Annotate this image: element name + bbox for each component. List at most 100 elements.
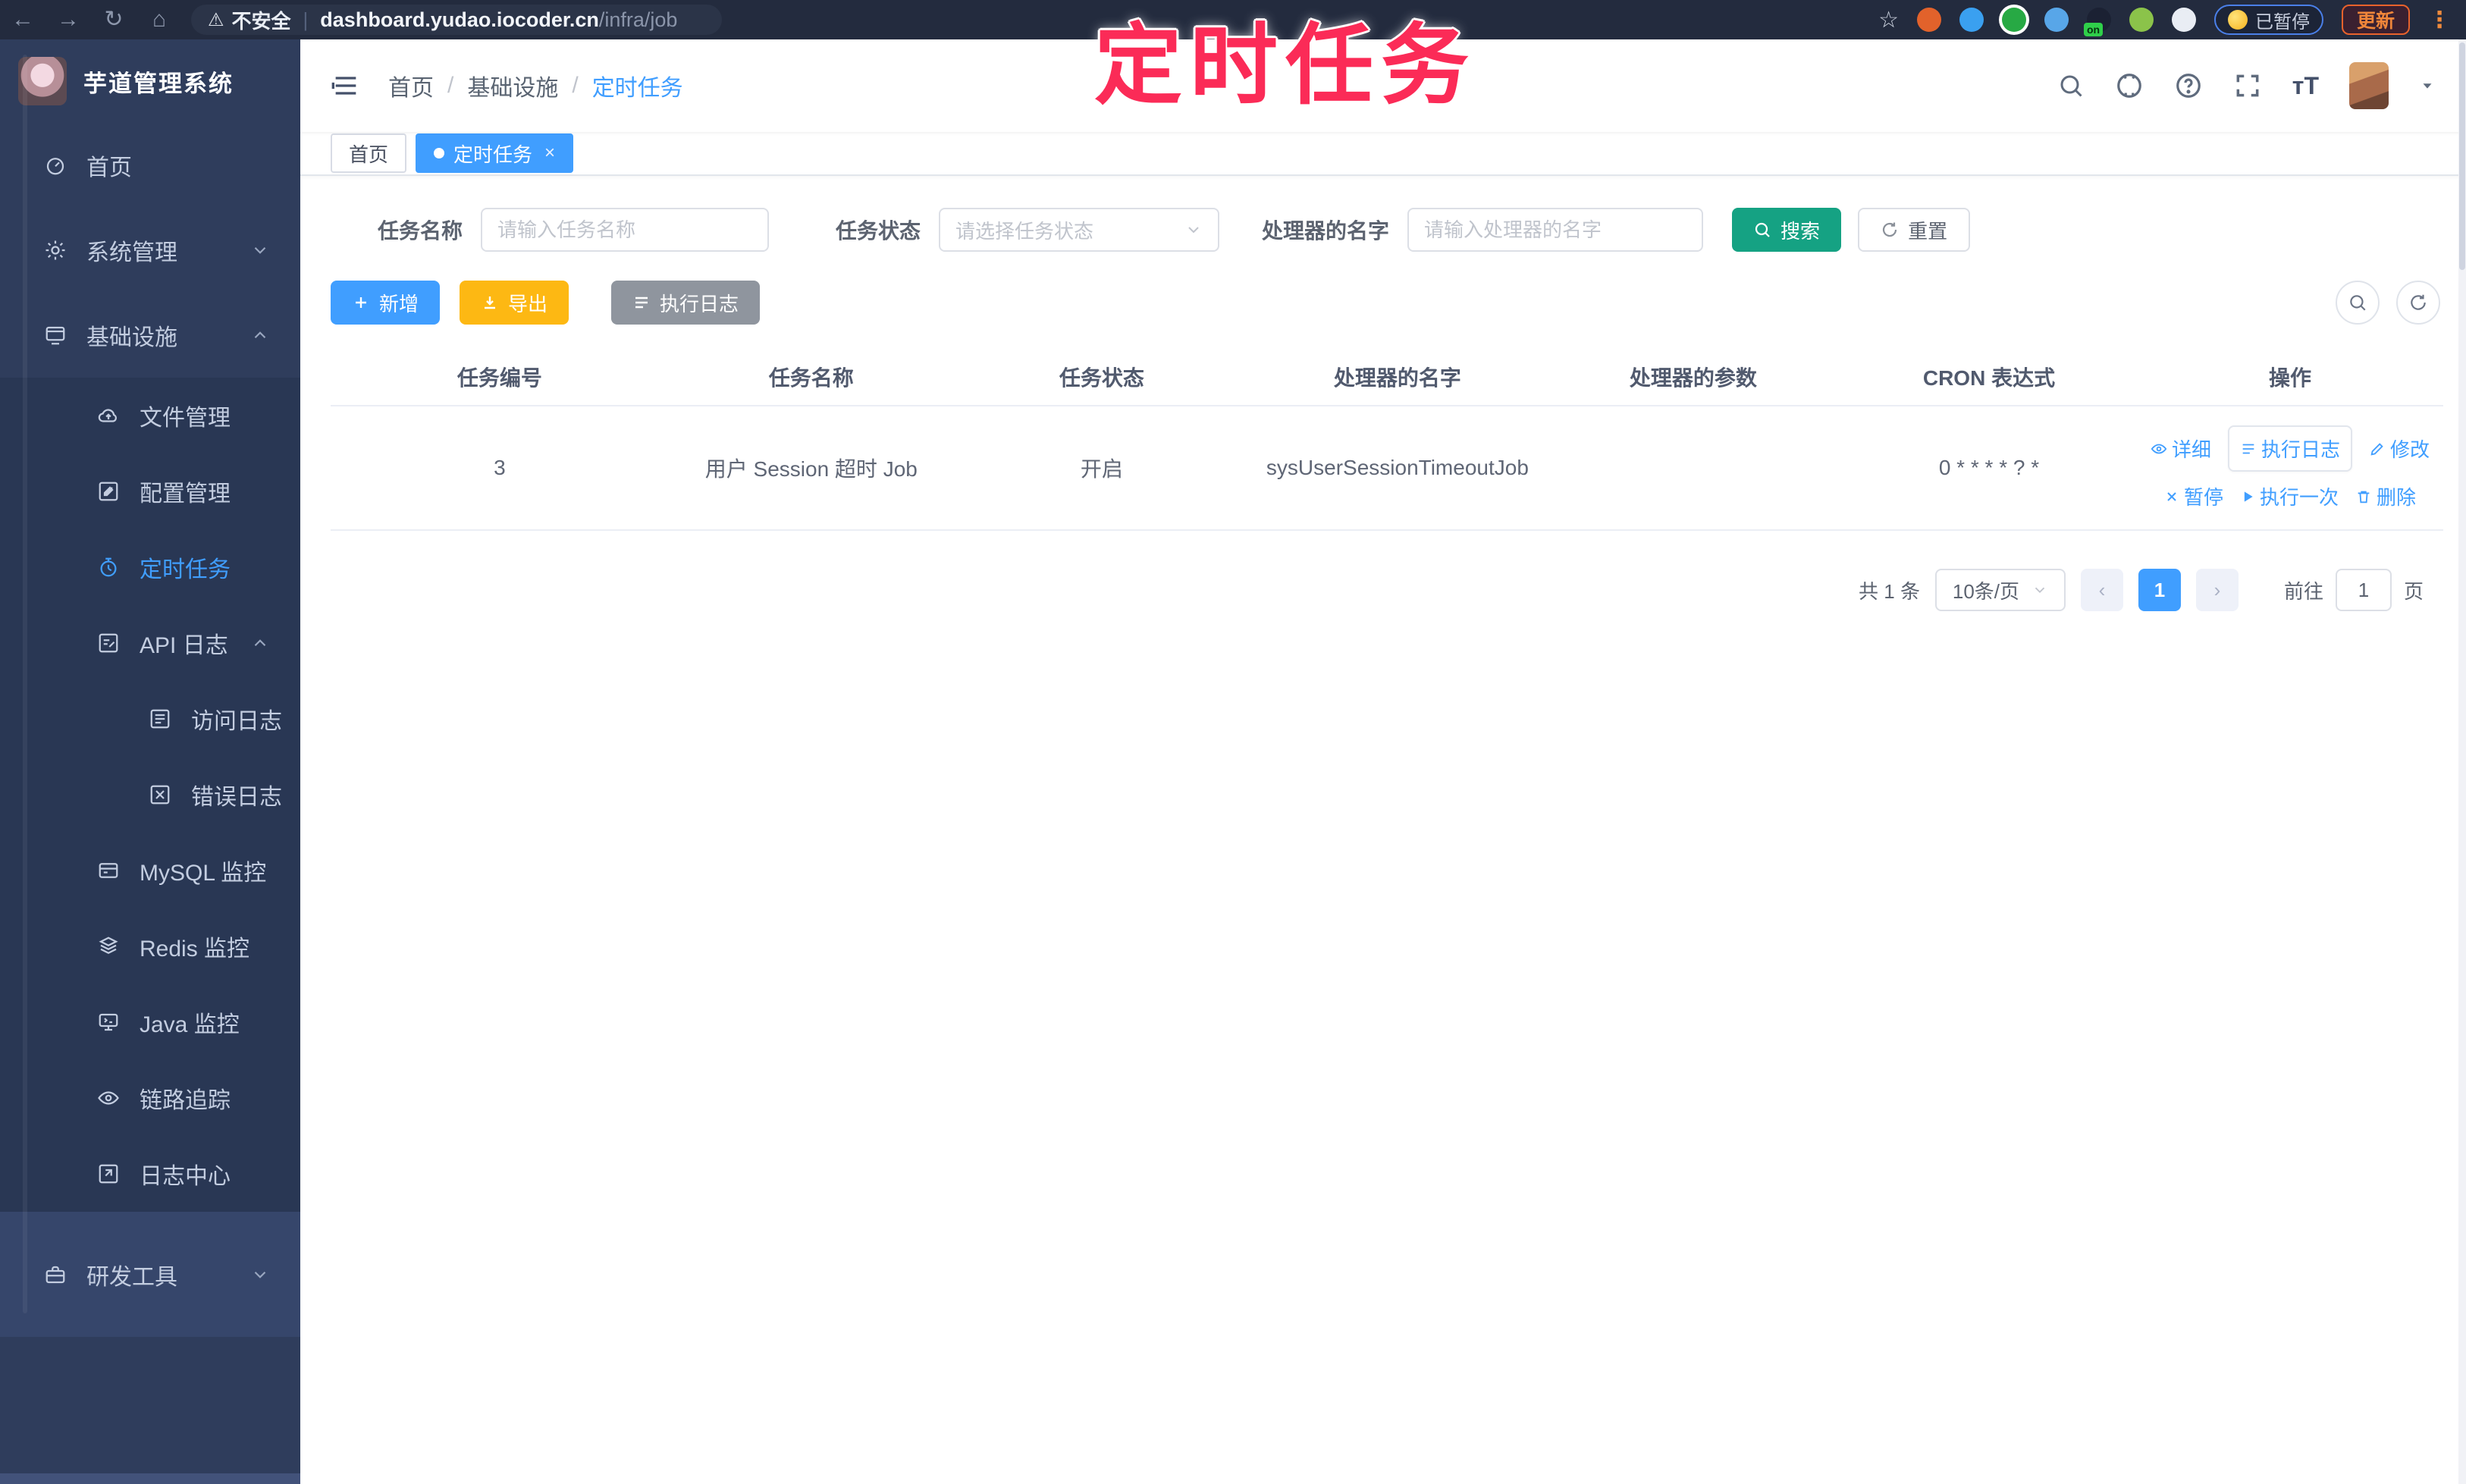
cell-handler-name: sysUserSessionTimeoutJob	[1250, 442, 1545, 494]
table-row[interactable]: 3 用户 Session 超时 Job 开启 sysUserSessionTim…	[331, 406, 2443, 531]
column-header: 处理器的名字	[1333, 366, 1461, 390]
cell-job-status: 开启	[1080, 457, 1123, 481]
op-label: 暂停	[2183, 486, 2223, 509]
trash-icon	[2358, 491, 2370, 503]
job-name-input[interactable]	[481, 208, 770, 252]
page-scrollbar[interactable]	[2458, 39, 2466, 1484]
chevron-up-icon	[250, 325, 270, 345]
next-page-button[interactable]: ›	[2195, 569, 2239, 611]
sidebar-item-java-monitor[interactable]: Java 监控	[0, 984, 300, 1060]
sidebar-item-infra[interactable]: 基础设施	[0, 293, 300, 378]
bookmark-star-icon[interactable]: ☆	[1878, 7, 1899, 33]
log-icon	[635, 296, 648, 309]
extension-icon[interactable]: on	[2083, 8, 2111, 36]
edit-link[interactable]: 修改	[2369, 435, 2430, 463]
eye-icon	[2151, 444, 2167, 453]
close-icon[interactable]: ×	[544, 143, 555, 164]
sidebar-item-file-manage[interactable]: 文件管理	[0, 378, 300, 453]
delete-link[interactable]: 删除	[2355, 482, 2416, 510]
error-log-icon	[149, 783, 171, 806]
current-page-button[interactable]: 1	[2138, 569, 2181, 611]
github-icon[interactable]	[2115, 71, 2144, 100]
pagination: 共 1 条 10条/页 ‹ 1 › 前往 页	[331, 569, 2424, 611]
tab-bar: 首页 定时任务 ×	[300, 132, 2466, 176]
tab-scheduled-job[interactable]: 定时任务 ×	[416, 133, 574, 173]
caret-down-icon[interactable]	[2419, 77, 2436, 94]
java-icon	[97, 1011, 120, 1034]
font-size-icon[interactable]: тT	[2292, 72, 2319, 100]
breadcrumb-infra[interactable]: 基础设施	[467, 69, 558, 102]
browser-reload-icon[interactable]: ↻	[91, 0, 136, 39]
extension-icon[interactable]	[2171, 8, 2196, 32]
browser-home-icon[interactable]: ⌂	[136, 0, 182, 39]
refresh-table-button[interactable]	[2396, 281, 2440, 325]
exec-log-button[interactable]: 执行日志	[611, 281, 761, 325]
breadcrumb-separator: /	[447, 73, 454, 98]
paused-extension-pill[interactable]: 已暂停	[2213, 5, 2323, 35]
fullscreen-icon[interactable]	[2233, 71, 2262, 100]
prev-page-button[interactable]: ‹	[2080, 569, 2123, 611]
goto-page-input[interactable]	[2335, 569, 2392, 611]
breadcrumb-current: 定时任务	[591, 76, 683, 101]
sidebar-item-log-center[interactable]: 日志中心	[0, 1136, 300, 1212]
address-bar[interactable]: ⚠ 不安全 | dashboard.yudao.iocoder.cn /infr…	[191, 5, 722, 35]
sidebar-item-mysql-monitor[interactable]: MySQL 监控	[0, 833, 300, 908]
chevron-down-icon	[1188, 227, 1199, 234]
tab-home[interactable]: 首页	[331, 133, 407, 173]
toggle-search-button[interactable]	[2336, 281, 2380, 325]
handler-name-input[interactable]	[1407, 208, 1704, 252]
filter-form: 任务名称 任务状态 请选择任务状态 处理器的名字 搜索 重置	[378, 208, 2443, 252]
sidebar-item-scheduled-job[interactable]: 定时任务	[0, 529, 300, 605]
sidebar-item-devtools[interactable]: 研发工具	[0, 1232, 300, 1317]
app-logo-row[interactable]: 芋道管理系统	[0, 39, 300, 123]
sidebar-item-redis-monitor[interactable]: Redis 监控	[0, 908, 300, 984]
browser-update-button[interactable]: 更新	[2341, 5, 2410, 35]
run-once-link[interactable]: 执行一次	[2240, 482, 2339, 510]
column-header: CRON 表达式	[1922, 366, 2056, 390]
sidebar-item-trace[interactable]: 链路追踪	[0, 1060, 300, 1136]
help-icon[interactable]	[2174, 71, 2203, 100]
extension-icon[interactable]	[1959, 8, 1984, 32]
not-secure-warning-icon: ⚠	[208, 9, 224, 30]
sidebar-item-home[interactable]: 首页	[0, 123, 300, 208]
tab-label: 首页	[349, 143, 389, 166]
sidebar-devtools-band: 研发工具	[0, 1212, 300, 1337]
pause-link[interactable]: 暂停	[2164, 482, 2223, 510]
job-status-select[interactable]: 请选择任务状态	[939, 208, 1220, 252]
browser-back-icon[interactable]: ←	[0, 0, 45, 39]
sidebar-item-system[interactable]: 系统管理	[0, 208, 300, 293]
sidebar-item-error-log[interactable]: 错误日志	[0, 757, 300, 833]
page-scrollbar-thumb[interactable]	[2459, 42, 2465, 270]
breadcrumb-home[interactable]: 首页	[388, 69, 434, 102]
goto-label: 前往	[2283, 579, 2323, 603]
op-label: 执行日志	[2260, 438, 2340, 461]
browser-forward-icon[interactable]: →	[45, 0, 91, 39]
sidebar-item-label: 日志中心	[140, 1164, 231, 1189]
search-icon[interactable]	[2057, 72, 2085, 99]
collapse-sidebar-icon[interactable]	[331, 71, 361, 101]
extension-icon[interactable]	[2001, 8, 2026, 32]
avatar[interactable]	[2349, 62, 2389, 109]
sidebar-item-config-manage[interactable]: 配置管理	[0, 453, 300, 529]
emoji-face-icon	[2227, 10, 2248, 30]
page-size-select[interactable]: 10条/页	[1934, 569, 2066, 611]
add-button[interactable]: 新增	[331, 281, 441, 325]
search-button[interactable]: 搜索	[1732, 208, 1842, 252]
detail-link[interactable]: 详细	[2151, 435, 2211, 463]
browser-menu-icon[interactable]: ⋮	[2428, 7, 2451, 33]
op-label: 执行一次	[2259, 486, 2339, 509]
not-secure-label: 不安全	[231, 9, 291, 33]
op-label: 详细	[2171, 438, 2211, 461]
reset-button[interactable]: 重置	[1858, 208, 1971, 252]
sidebar-item-access-log[interactable]: 访问日志	[0, 681, 300, 757]
exec-log-link[interactable]: 执行日志	[2227, 425, 2352, 472]
export-button[interactable]: 导出	[460, 281, 569, 325]
extension-icon[interactable]	[1916, 8, 1941, 32]
sidebar-item-api-log[interactable]: API 日志	[0, 605, 300, 681]
table-utility-buttons	[2336, 281, 2440, 325]
extension-icon[interactable]	[2044, 8, 2069, 32]
redis-icon	[97, 935, 120, 958]
sidebar-item-label: 首页	[86, 155, 132, 180]
eye-icon	[97, 1087, 120, 1109]
extension-icon[interactable]	[2129, 8, 2154, 32]
